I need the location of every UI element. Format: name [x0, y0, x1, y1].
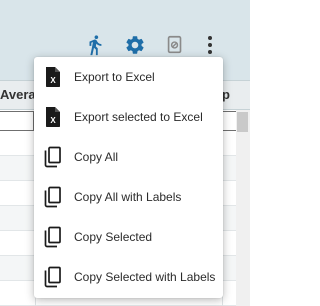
vertical-scrollbar[interactable]: [236, 110, 250, 306]
column-filter-input[interactable]: [0, 111, 34, 131]
svg-text:X: X: [50, 116, 56, 125]
svg-text:X: X: [50, 76, 56, 85]
menu-item-export-excel[interactable]: X Export to Excel: [34, 57, 223, 97]
more-vert-icon[interactable]: [202, 34, 218, 56]
excel-file-icon: X: [46, 67, 60, 87]
menu-item-label: Export selected to Excel: [74, 110, 203, 124]
menu-item-label: Copy All with Labels: [74, 190, 182, 204]
menu-item-copy-selected[interactable]: Copy Selected: [34, 217, 223, 257]
column-filter-input-right[interactable]: [222, 111, 236, 131]
no-edit-icon[interactable]: [164, 34, 186, 56]
excel-file-icon: X: [46, 107, 60, 127]
gear-icon[interactable]: [124, 34, 146, 56]
scrollbar-thumb[interactable]: [237, 112, 248, 132]
menu-item-label: Copy Selected with Labels: [74, 270, 216, 284]
export-context-menu: X Export to Excel X Export selected to E…: [34, 57, 223, 298]
column-header-average[interactable]: Avera: [0, 81, 36, 109]
menu-item-copy-all-labels[interactable]: Copy All with Labels: [34, 177, 223, 217]
menu-item-copy-all[interactable]: Copy All: [34, 137, 223, 177]
menu-item-label: Export to Excel: [74, 70, 155, 84]
copy-icon: [44, 146, 61, 168]
copy-icon: [44, 186, 61, 208]
menu-item-label: Copy Selected: [74, 230, 153, 244]
copy-icon: [44, 226, 61, 248]
copy-icon: [44, 266, 61, 288]
run-icon[interactable]: [84, 34, 106, 56]
column-header-partial[interactable]: p: [222, 81, 236, 109]
menu-item-label: Copy All: [74, 150, 119, 164]
menu-item-copy-selected-labels[interactable]: Copy Selected with Labels: [34, 257, 223, 297]
menu-item-export-selected-excel[interactable]: X Export selected to Excel: [34, 97, 223, 137]
